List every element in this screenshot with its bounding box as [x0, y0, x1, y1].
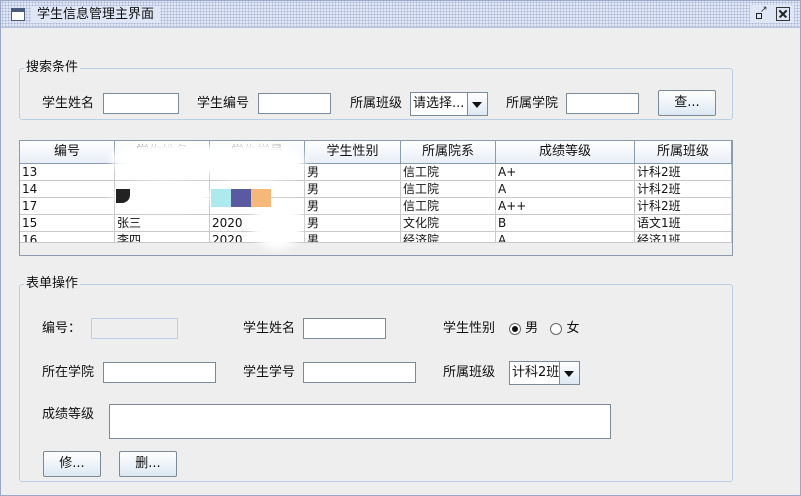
redaction-overlay — [205, 141, 305, 181]
table-cell: 14 — [20, 181, 115, 197]
column-header[interactable]: 编号 — [20, 141, 115, 163]
search-number-label: 学生编号 — [197, 96, 250, 111]
redaction-overlay — [252, 201, 302, 249]
form-student-no-label: 学生学号 — [243, 365, 296, 380]
search-name-label: 学生姓名 — [42, 96, 95, 111]
table-cell: 计科2班 — [635, 198, 732, 214]
table-cell: A — [496, 181, 635, 197]
form-grade-label: 成绩等级 — [42, 407, 95, 422]
table-cell: 男 — [305, 215, 401, 231]
form-class-select[interactable]: 计科2班 — [509, 361, 580, 385]
search-panel-legend: 搜索条件 — [24, 60, 81, 76]
title-bar[interactable]: 学生信息管理主界面 — [1, 1, 800, 28]
form-id-field — [91, 318, 178, 339]
form-class-label: 所属班级 — [443, 365, 496, 380]
gender-female-label[interactable]: 女 — [566, 321, 579, 336]
form-college-label: 所在学院 — [42, 365, 95, 380]
search-number-input[interactable] — [258, 93, 331, 114]
column-header[interactable]: 学生性别 — [305, 141, 401, 163]
chevron-down-icon[interactable] — [467, 93, 487, 115]
table-cell: B — [496, 215, 635, 231]
redaction-mark — [211, 189, 231, 207]
table-cell: 计科2班 — [635, 181, 732, 197]
restore-icon[interactable] — [754, 3, 768, 21]
search-name-input[interactable] — [103, 93, 179, 114]
column-header[interactable]: 所属院系 — [401, 141, 496, 163]
table-cell: 信工院 — [401, 164, 496, 180]
table-row[interactable]: 15 张三 2020 男 文化院 B 语文1班 — [20, 215, 732, 232]
table-cell: 17 — [20, 198, 115, 214]
form-name-label: 学生姓名 — [243, 321, 296, 336]
chevron-down-icon[interactable] — [559, 362, 579, 384]
search-college-label: 所属学院 — [506, 96, 559, 111]
table-cell: 计科2班 — [635, 164, 732, 180]
search-class-selected: 请选择... — [413, 96, 465, 111]
search-class-select[interactable]: 请选择... — [410, 92, 488, 116]
form-class-selected: 计科2班 — [512, 365, 559, 380]
table-cell: 15 — [20, 215, 115, 231]
redaction-mark — [251, 189, 271, 207]
gender-male-radio[interactable] — [509, 322, 521, 335]
student-table[interactable]: 编号 学生姓名 学生学号 学生性别 所属院系 成绩等级 所属班级 13 男 信工… — [19, 140, 733, 256]
modify-button[interactable]: 修... — [43, 451, 101, 477]
delete-button[interactable]: 删... — [119, 451, 177, 477]
search-button[interactable]: 查... — [658, 90, 716, 116]
column-header[interactable]: 成绩等级 — [496, 141, 635, 163]
gender-female-radio[interactable] — [550, 322, 563, 335]
form-panel-legend: 表单操作 — [24, 276, 81, 292]
table-cell: 信工院 — [401, 198, 496, 214]
form-gender-label: 学生性别 — [443, 321, 496, 336]
table-cell: 男 — [305, 181, 401, 197]
table-cell: A+ — [496, 164, 635, 180]
form-name-input[interactable] — [303, 318, 386, 339]
column-header[interactable]: 所属班级 — [635, 141, 732, 163]
table-cell: 男 — [305, 164, 401, 180]
table-cell: 语文1班 — [635, 215, 732, 231]
table-cell: 张三 — [115, 215, 210, 231]
table-cell: 文化院 — [401, 215, 496, 231]
redaction-mark — [231, 189, 251, 207]
window-title: 学生信息管理主界面 — [31, 6, 161, 23]
gender-male-label[interactable]: 男 — [525, 321, 538, 336]
window-icon — [11, 8, 25, 21]
form-id-label: 编号： — [42, 321, 82, 336]
table-cell: 男 — [305, 198, 401, 214]
search-college-input[interactable] — [566, 93, 639, 114]
table-cell: A++ — [496, 198, 635, 214]
table-horizontal-scrollbar[interactable] — [20, 242, 732, 255]
form-student-no-input[interactable] — [303, 362, 416, 383]
table-cell: 信工院 — [401, 181, 496, 197]
gender-radio-group: 男 女 — [509, 318, 579, 340]
form-college-input[interactable] — [103, 362, 216, 383]
form-grade-input[interactable] — [109, 404, 611, 439]
close-icon[interactable] — [776, 7, 790, 21]
table-cell: 13 — [20, 164, 115, 180]
search-class-label: 所属班级 — [350, 96, 403, 111]
